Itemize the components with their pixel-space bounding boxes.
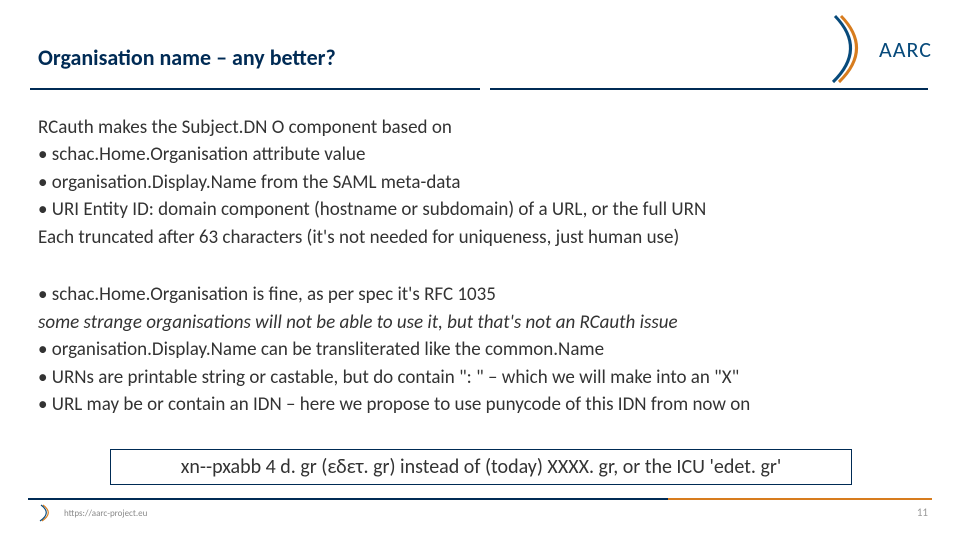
- arc-icon: [829, 14, 875, 84]
- bullet-item: organisation.Display.Name can be transli…: [38, 337, 928, 362]
- logo-text: AARC: [879, 36, 932, 63]
- footer-divider: [28, 498, 932, 500]
- bullet-subtext: some strange organisations will not be a…: [38, 310, 928, 335]
- page-title: Organisation name – any better?: [38, 44, 336, 71]
- footer-url: https://aarc-project.eu: [64, 508, 147, 519]
- body-content: RCauth makes the Subject.DN O component …: [38, 115, 928, 420]
- bullet-item: URL may be or contain an IDN – here we p…: [38, 392, 928, 417]
- arc-icon-small: [38, 504, 56, 522]
- bullet-item: URI Entity ID: domain component (hostnam…: [38, 197, 928, 222]
- intro-line: RCauth makes the Subject.DN O component …: [38, 115, 928, 140]
- title-underline: [30, 88, 930, 94]
- bullet-item: URNs are printable string or castable, b…: [38, 365, 928, 390]
- callout-box: xn--pxabb 4 d. gr (εδετ. gr) instead of …: [110, 449, 852, 485]
- page-number: 11: [917, 506, 928, 519]
- outro-line: Each truncated after 63 characters (it's…: [38, 225, 928, 250]
- bullet-item: schac.Home.Organisation attribute value: [38, 142, 928, 167]
- footer-brand: https://aarc-project.eu: [38, 504, 147, 522]
- bullet-item: schac.Home.Organisation is fine, as per …: [38, 282, 928, 307]
- brand-logo: AARC: [829, 14, 932, 84]
- bullet-item: organisation.Display.Name from the SAML …: [38, 170, 928, 195]
